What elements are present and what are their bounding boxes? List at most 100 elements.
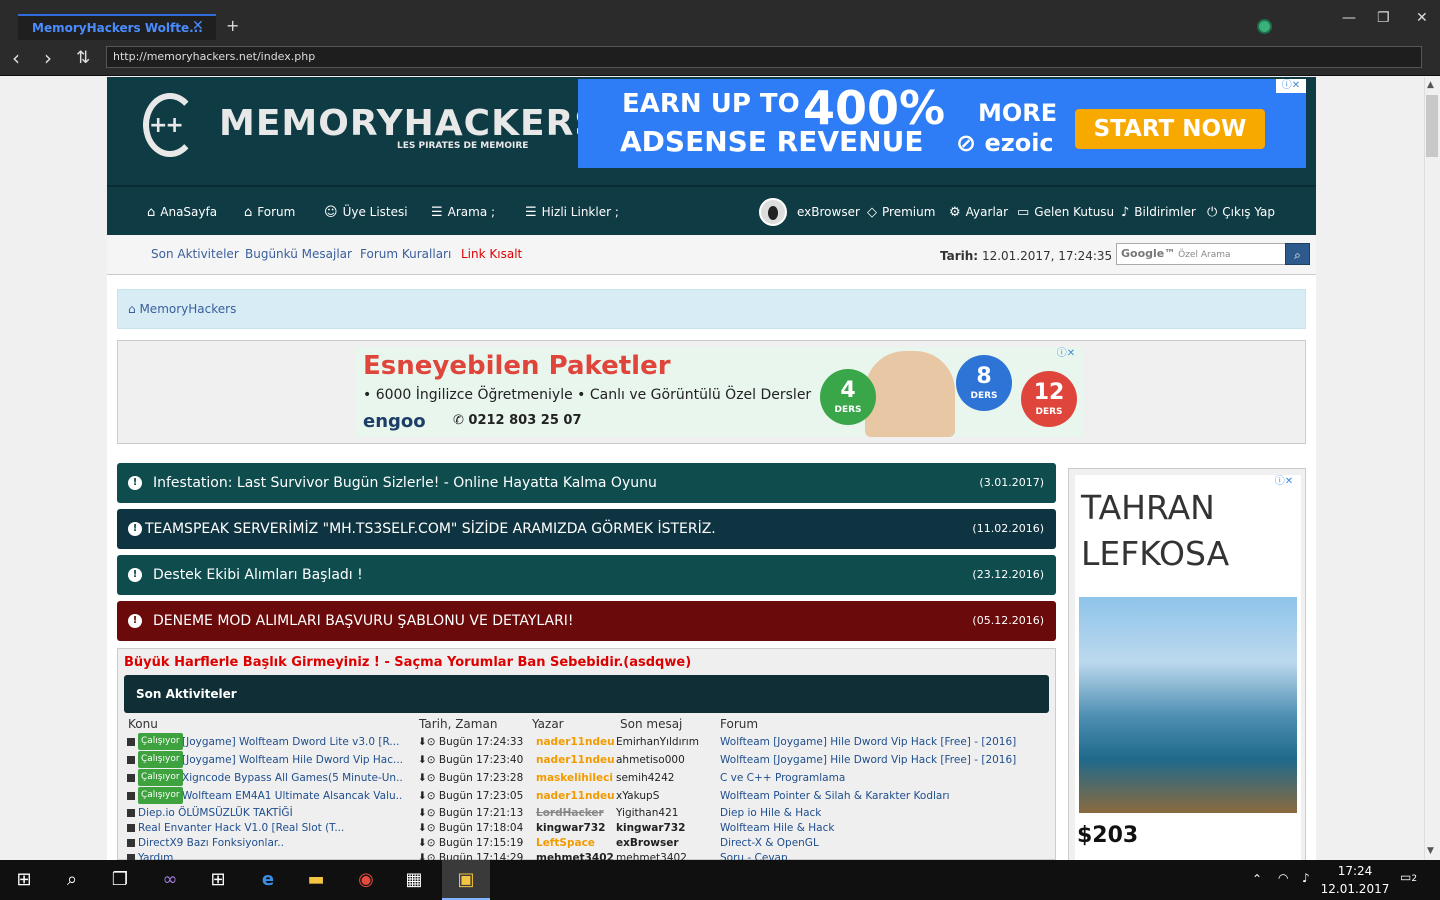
announcement-4[interactable]: ! DENEME MOD ALIMLARI BAŞVURU ŞABLONU VE … [117, 601, 1056, 641]
thread-title[interactable]: [Joygame] Wolfteam Dword Lite v3.0 [R... [182, 733, 402, 751]
thread-author[interactable]: nader11ndeu [536, 751, 615, 769]
last-poster[interactable]: mehmet3402 [616, 849, 687, 860]
middle-ad-container: Esneyebilen Paketler • 6000 İngilizce Öğ… [117, 340, 1306, 444]
task-view-icon[interactable]: ❐ [106, 866, 134, 894]
windows-start-icon[interactable]: ⊞ [10, 866, 38, 894]
network-icon[interactable]: ◠ [1278, 871, 1288, 885]
adchoices-icon[interactable]: ⓘ✕ [1051, 347, 1081, 361]
last-poster[interactable]: ahmetiso000 [616, 751, 685, 769]
scrollbar-thumb[interactable] [1426, 95, 1438, 157]
restore-icon[interactable]: ❐ [1377, 10, 1390, 26]
thread-forum[interactable]: Wolfteam Pointer & Silah & Karakter Kodl… [720, 787, 950, 805]
ad-start-now-button[interactable]: START NOW [1075, 109, 1265, 149]
announcement-text: Infestation: Last Survivor Bugün Sizlerl… [153, 475, 657, 491]
table-row[interactable]: Çalışıyor Xigncode Bypass All Games(5 Mi… [124, 769, 1049, 787]
tray-chevron-icon[interactable]: ⌃ [1252, 872, 1262, 886]
table-row[interactable]: Çalışıyor [Joygame] Wolfteam Dword Lite … [124, 733, 1049, 751]
menu-item-cikis-yap[interactable]: ⏻ Çıkış Yap [1207, 187, 1275, 237]
scroll-down-icon[interactable]: ▼ [1427, 846, 1434, 856]
active-app-tab[interactable]: ▣ [442, 860, 490, 900]
menu-item-arama[interactable]: ☰ Arama ; [431, 187, 495, 237]
thread-author[interactable]: maskelihileci [536, 769, 613, 787]
thread-title[interactable]: Wolfteam EM4A1 Ultimate Alsancak Valu... [182, 787, 402, 805]
address-bar[interactable]: http://memoryhackers.net/index.php [106, 46, 1422, 68]
thread-forum[interactable]: Soru - Cevap [720, 849, 788, 860]
menu-item-uye-listesi[interactable]: ☺ Üye Listesi [324, 187, 408, 237]
thread-icon [127, 756, 135, 764]
extension-icon[interactable] [1257, 19, 1272, 34]
thread-forum[interactable]: Wolfteam [Joygame] Hile Dword Vip Hack [… [720, 751, 1016, 769]
adchoices-icon[interactable]: ⓘ✕ [1269, 475, 1299, 489]
travel-ad[interactable]: TAHRAN LEFKOSA $203 ⓘ✕ [1075, 475, 1301, 860]
table-row[interactable]: Çalışıyor [Joygame] Wolfteam Hile Dword … [124, 751, 1049, 769]
menu-label: Forum [257, 205, 296, 219]
calculator-icon[interactable]: ▦ [400, 866, 428, 894]
top-banner-ad[interactable]: EARN UP TO 400% MORE ADSENSE REVENUE ⊘ e… [578, 79, 1306, 168]
last-poster[interactable]: xYakupS [616, 787, 659, 805]
clock-date: 12.01.2017 [1320, 882, 1390, 896]
link-son-aktiviteler[interactable]: Son Aktiviteler [151, 247, 239, 261]
menu-item-bildirimler[interactable]: ♪ Bildirimler [1121, 187, 1196, 237]
last-poster[interactable]: EmirhanYıldırım [616, 733, 699, 751]
thread-title[interactable]: Xigncode Bypass All Games(5 Minute-Un... [182, 769, 402, 787]
back-icon[interactable]: ‹ [12, 46, 20, 70]
forward-icon[interactable]: › [44, 46, 52, 70]
page-scrollbar[interactable] [1424, 77, 1440, 860]
minimize-icon[interactable]: — [1342, 10, 1356, 26]
thread-title[interactable]: [Joygame] Wolfteam Hile Dword Vip Hac... [182, 751, 402, 769]
ad2-brand: engoo [363, 411, 426, 432]
adchoices-icon[interactable]: ⓘ✕ [1276, 79, 1306, 93]
action-center-icon[interactable]: ▭2 [1400, 870, 1417, 884]
engoo-banner-ad[interactable]: Esneyebilen Paketler • 6000 İngilizce Öğ… [355, 347, 1083, 437]
file-explorer-icon[interactable]: ▬ [302, 866, 330, 894]
ad2-circle-12: 12 DERS [1021, 371, 1077, 427]
link-forum-kurallari[interactable]: Forum Kuralları [360, 247, 451, 261]
table-row[interactable]: Çalışıyor Wolfteam EM4A1 Ultimate Alsanc… [124, 787, 1049, 805]
visual-studio-icon[interactable]: ∞ [156, 866, 184, 894]
search-icon[interactable]: ⌕ [58, 866, 86, 894]
taskbar-clock[interactable]: 17:24 12.01.2017 [1320, 862, 1390, 898]
menu-item-hizli-linkler[interactable]: ☰ Hizli Linkler ; [525, 187, 619, 237]
edge-icon[interactable]: e [254, 866, 282, 894]
table-row[interactable]: Yardım ⬇⊙ Bugün 17:14:29 mehmet3402 mehm… [124, 849, 1049, 860]
menu-label: Bildirimler [1134, 205, 1196, 219]
close-window-icon[interactable]: ✕ [1416, 10, 1428, 26]
new-tab-button[interactable]: + [226, 16, 239, 35]
thread-forum[interactable]: Wolfteam [Joygame] Hile Dword Vip Hack [… [720, 733, 1016, 751]
thread-author[interactable]: nader11ndeu [536, 733, 615, 751]
menu-item-gelen-kutusu[interactable]: ▭ Gelen Kutusu [1017, 187, 1114, 237]
menu-item-ayarlar[interactable]: ⚙ Ayarlar [949, 187, 1008, 237]
link-bugunku-mesajlar[interactable]: Bugünkü Mesajlar [245, 247, 352, 261]
avatar[interactable] [759, 198, 787, 226]
search-button[interactable]: ⌕ [1285, 243, 1310, 265]
tab-close-icon[interactable]: ✕ [192, 18, 204, 34]
scroll-up-icon[interactable]: ▲ [1427, 80, 1434, 90]
thread-author[interactable]: nader11ndeu [536, 787, 615, 805]
menu-item-forum[interactable]: ⌂ Forum [244, 187, 295, 237]
menu-label: Gelen Kutusu [1034, 205, 1115, 219]
thread-time: ⬇⊙ Bugün 17:24:33 [418, 736, 524, 748]
search-input[interactable]: Google™ Özel Arama [1116, 243, 1286, 265]
announcement-3[interactable]: ! Destek Ekibi Alımları Başladı ! (23.12.2… [117, 555, 1056, 595]
volume-icon[interactable]: ♪ [1302, 871, 1310, 885]
ad2-model-image [865, 351, 955, 437]
thread-forum[interactable]: C ve C++ Programlama [720, 769, 845, 787]
link-link-kisalt[interactable]: Link Kısalt [461, 247, 522, 261]
thread-title[interactable]: Yardım [138, 849, 374, 860]
site-logo[interactable]: MEMORYHACKERS [219, 103, 601, 144]
browser-tab[interactable]: MemoryHackers Wolfte... [18, 14, 216, 40]
menu-item-premium[interactable]: ◇ Premium [867, 187, 935, 237]
site-logo-subtitle: LES PIRATES DE MEMOIRE [397, 141, 529, 151]
announcement-1[interactable]: ! Infestation: Last Survivor Bugün Sizler… [117, 463, 1056, 503]
thread-author[interactable]: mehmet3402 [536, 849, 614, 860]
reload-icon[interactable]: ⇅ [76, 48, 90, 68]
menu-item-anasayfa[interactable]: ⌂ AnaSayfa [147, 187, 217, 237]
announcement-2[interactable]: ! TEAMSPEAK SERVERİMİZ "MH.TS3SELF.COM" S… [117, 509, 1056, 549]
column-yazar: Yazar [532, 717, 564, 731]
last-poster[interactable]: semih4242 [616, 769, 674, 787]
store-icon[interactable]: ⊞ [204, 866, 232, 894]
date-value: 12.01.2017, 17:24:35 [981, 249, 1113, 263]
breadcrumb-home-link[interactable]: MemoryHackers [139, 302, 236, 316]
menu-item-username[interactable]: exBrowser [797, 187, 860, 237]
chrome-icon[interactable]: ◉ [352, 866, 380, 894]
